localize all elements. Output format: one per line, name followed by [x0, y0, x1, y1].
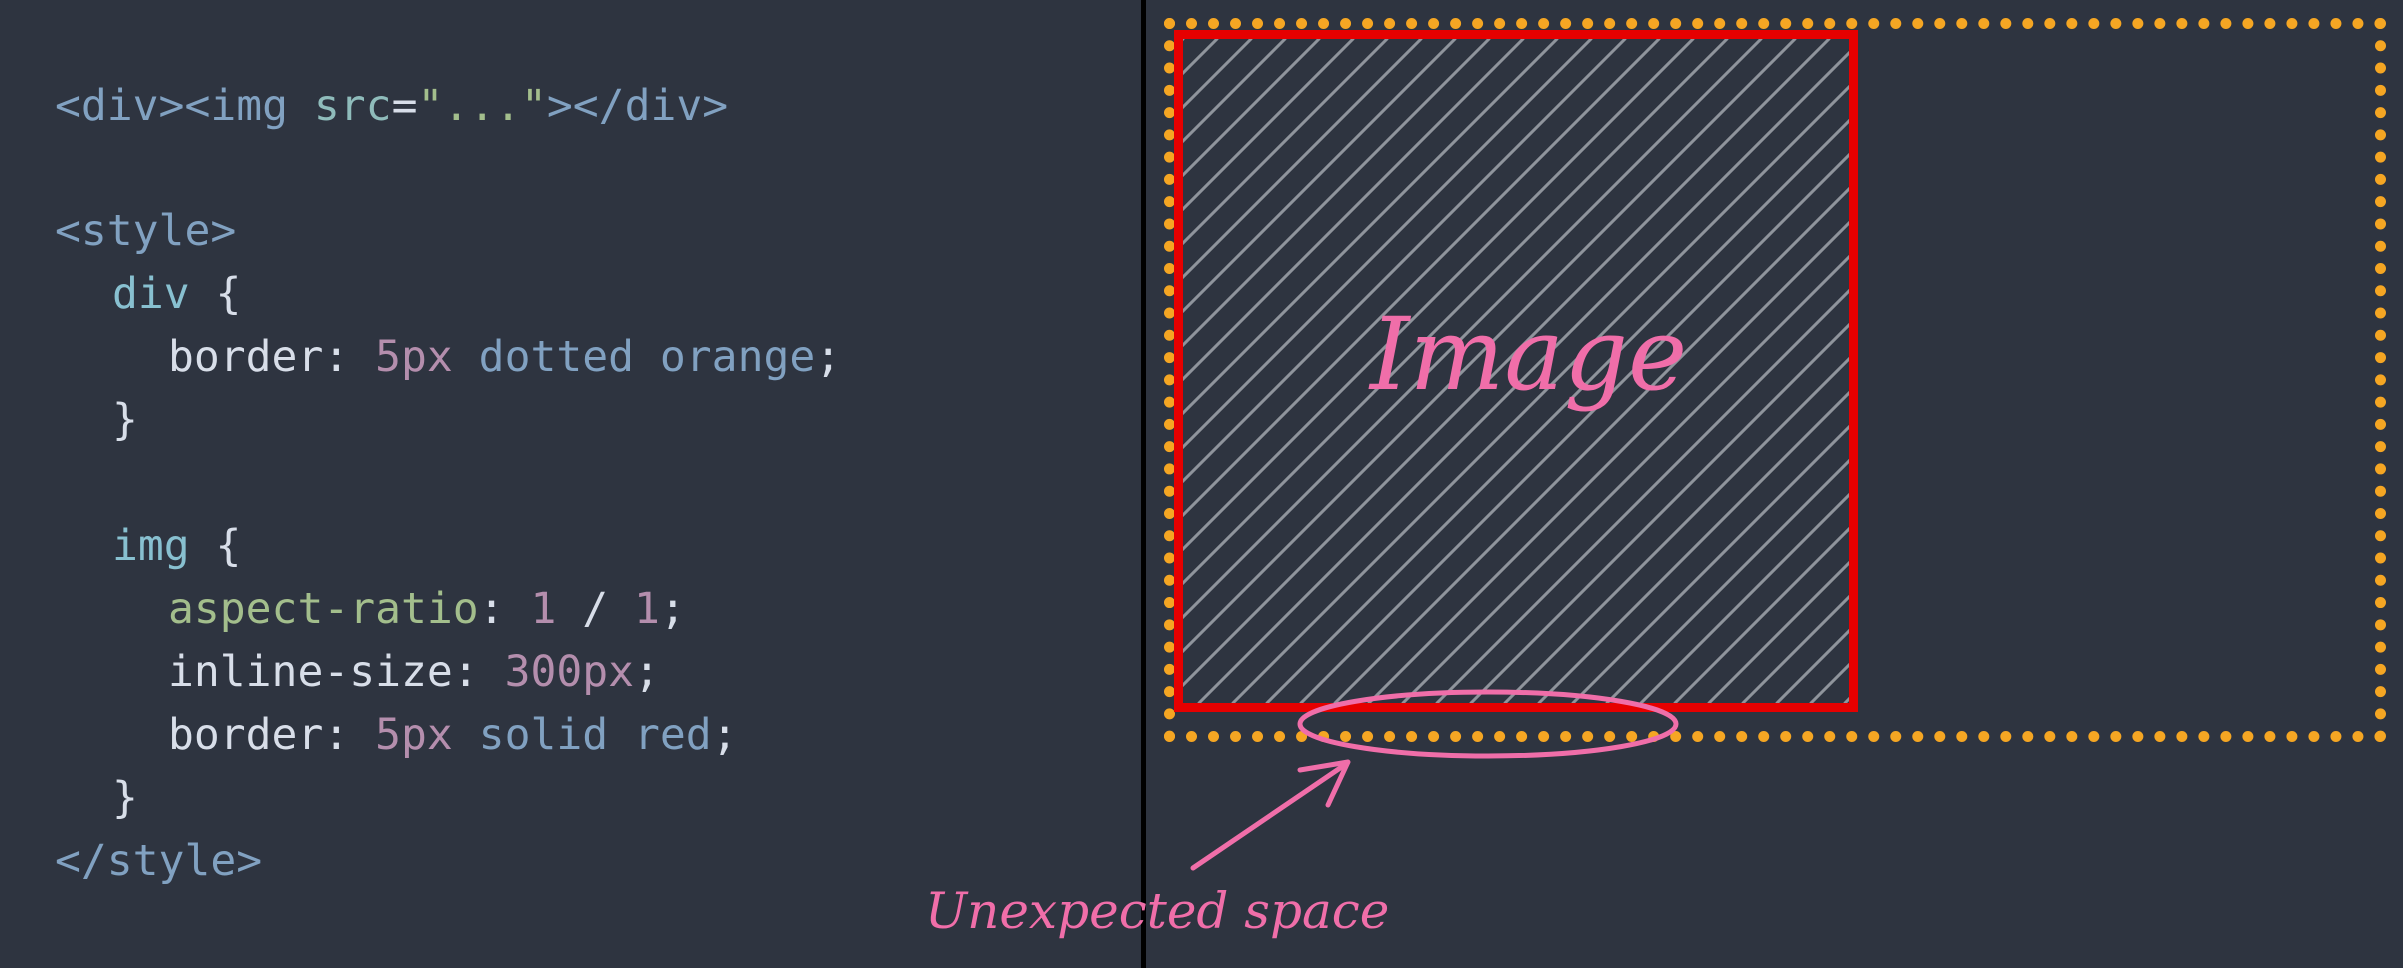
code-line-img-selector: img {	[112, 518, 241, 574]
code-token-property: aspect-ratio	[168, 584, 479, 634]
code-token-property: border	[168, 710, 324, 760]
code-token-tag: <style>	[55, 206, 237, 256]
code-token-colon: :	[452, 647, 505, 697]
code-token-semicolon: ;	[659, 584, 686, 634]
panel-divider	[1141, 0, 1146, 968]
code-token-semicolon: ;	[815, 332, 842, 382]
code-token-brace: {	[189, 521, 242, 571]
code-token-brace: {	[189, 269, 242, 319]
annotation-arrow-head	[1297, 759, 1351, 808]
code-token-number: 300px	[504, 647, 635, 697]
code-token-selector: div	[112, 269, 190, 319]
code-token-number: 1	[530, 584, 557, 634]
code-token-property: inline-size	[168, 647, 453, 697]
code-token-colon: :	[323, 710, 376, 760]
code-line-style-open: <style>	[55, 203, 236, 259]
code-token-property: border	[168, 332, 324, 382]
code-token-tag: <div><img	[55, 81, 288, 131]
code-token-number: 5px	[375, 710, 453, 760]
code-token-string: "..."	[417, 81, 547, 131]
code-token-value: dotted orange	[452, 332, 816, 382]
code-line-img-border: border: 5px solid red;	[168, 707, 738, 763]
code-panel: <div><img src="..."></div> <style> div {…	[0, 0, 1141, 968]
code-token-number: 5px	[375, 332, 453, 382]
code-token-eq: =	[391, 81, 418, 131]
code-token-value: solid red	[452, 710, 712, 760]
code-token-semicolon: ;	[711, 710, 738, 760]
code-line-div-border: border: 5px dotted orange;	[168, 329, 841, 385]
annotation-arrow-shaft	[1190, 761, 1349, 871]
code-token-semicolon: ;	[634, 647, 660, 697]
code-token-brace: }	[112, 773, 138, 823]
hatch-line	[1183, 39, 1253, 110]
code-token-colon: :	[478, 584, 531, 634]
code-line-style-close: </style>	[55, 833, 262, 889]
code-line-html: <div><img src="..."></div>	[55, 78, 728, 134]
code-line-inline-size: inline-size: 300px;	[168, 644, 660, 700]
code-line-div-selector: div {	[112, 266, 241, 322]
code-token-attr: src	[288, 81, 392, 131]
image-label: Image	[1370, 296, 1688, 413]
hatch-line	[1183, 39, 1219, 76]
annotation-label: Unexpected space	[925, 882, 1390, 940]
code-token-brace: }	[112, 395, 138, 445]
code-token-colon: :	[323, 332, 376, 382]
hatch-line	[1843, 696, 1849, 703]
code-line-img-close: }	[112, 770, 138, 826]
code-token-number: 1	[634, 584, 660, 634]
code-token-selector: img	[112, 521, 190, 571]
code-token-tag-close: ></div>	[546, 81, 729, 131]
code-line-aspect-ratio: aspect-ratio: 1 / 1;	[168, 581, 686, 637]
code-token-tag: </style>	[55, 836, 263, 886]
code-line-div-close: }	[112, 392, 138, 448]
code-token-slash: /	[556, 584, 635, 634]
